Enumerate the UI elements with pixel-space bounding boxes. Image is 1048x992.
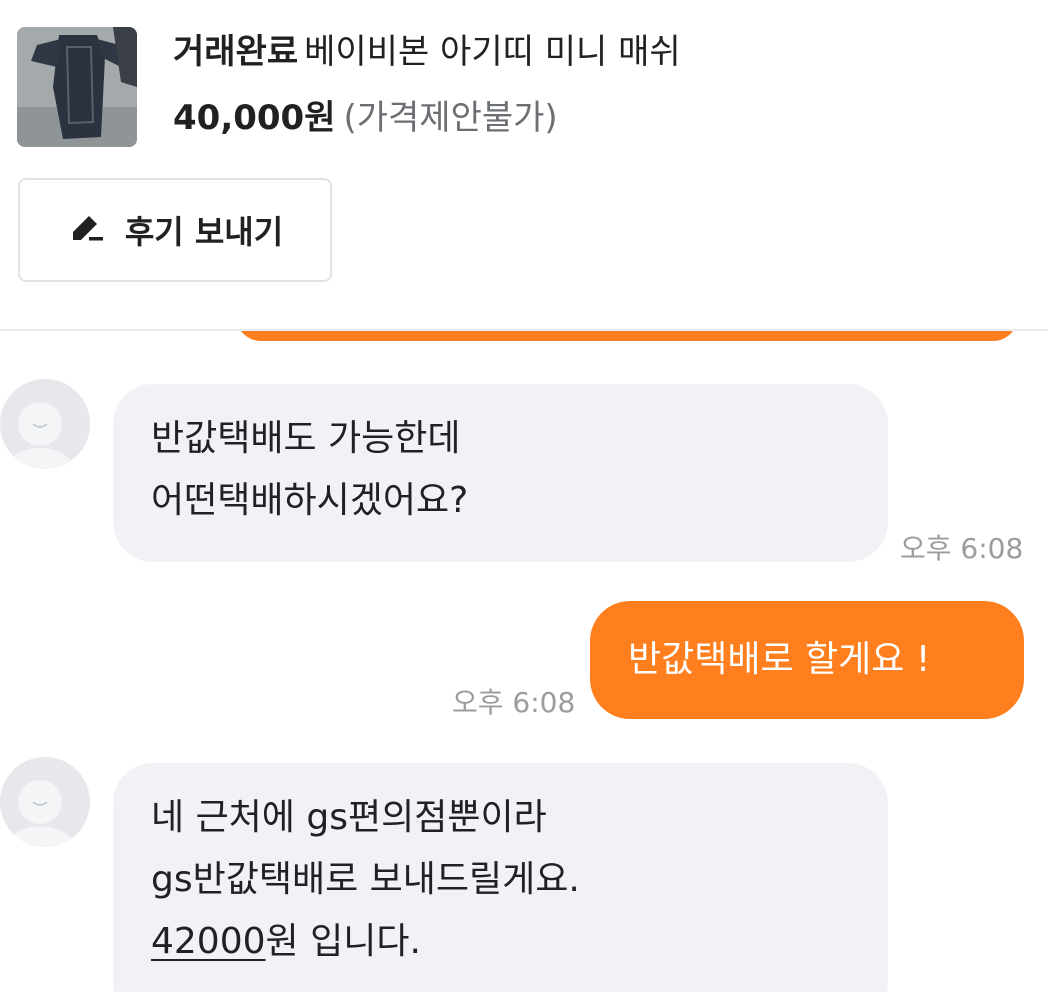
outgoing-message-bubble[interactable]: 반값택배로 할게요 ! — [590, 601, 1024, 719]
message-time: 오후 6:08 — [900, 532, 1024, 565]
price-negotiation: (가격제안불가) — [343, 98, 558, 138]
product-thumbnail[interactable] — [17, 27, 137, 147]
incoming-message-bubble[interactable]: 네 근처에 gs편의점뿐이라 gs반값택배로 보내드릴게요. 42000원 입니… — [113, 763, 888, 992]
message-line: 어떤택배하시겠어요? — [151, 480, 469, 521]
default-avatar-icon — [0, 379, 90, 469]
user-avatar[interactable] — [0, 379, 90, 469]
message-time: 오후 6:08 — [452, 686, 576, 719]
trade-status: 거래완료 — [173, 32, 299, 72]
price-amount-link[interactable]: 42000 — [151, 921, 266, 962]
chat-message-list[interactable]: 반값택배도 가능한데 어떤택배하시겠어요? 오후 6:08 오후 6:08 반값… — [0, 331, 1048, 992]
message-line: 42000원 입니다. — [151, 911, 850, 973]
previous-outgoing-bubble — [236, 331, 1018, 341]
product-price: 40,000원 — [173, 98, 336, 138]
product-header[interactable]: 거래완료 베이비본 아기띠 미니 매쉬 40,000원 (가격제안불가) 후기 보내… — [0, 0, 1048, 330]
send-review-button[interactable]: 후기 보내기 — [18, 178, 332, 282]
pencil-icon — [67, 210, 107, 250]
product-price-line: 40,000원 (가격제안불가) — [173, 96, 558, 140]
product-name: 베이비본 아기띠 미니 매쉬 — [304, 32, 681, 72]
incoming-message-bubble[interactable]: 반값택배도 가능한데 어떤택배하시겠어요? — [113, 384, 888, 562]
message-line: gs반값택배로 보내드릴게요. — [151, 859, 580, 900]
message-line: 네 근처에 gs편의점뿐이라 — [151, 797, 547, 838]
default-avatar-icon — [0, 757, 90, 847]
send-review-label: 후기 보내기 — [124, 213, 284, 251]
user-avatar[interactable] — [0, 757, 90, 847]
baby-carrier-photo-icon — [17, 27, 137, 147]
product-title-line: 거래완료 베이비본 아기띠 미니 매쉬 — [173, 30, 681, 74]
message-line: 반값택배도 가능한데 — [151, 418, 461, 459]
message-text: 원 입니다. — [265, 921, 421, 962]
